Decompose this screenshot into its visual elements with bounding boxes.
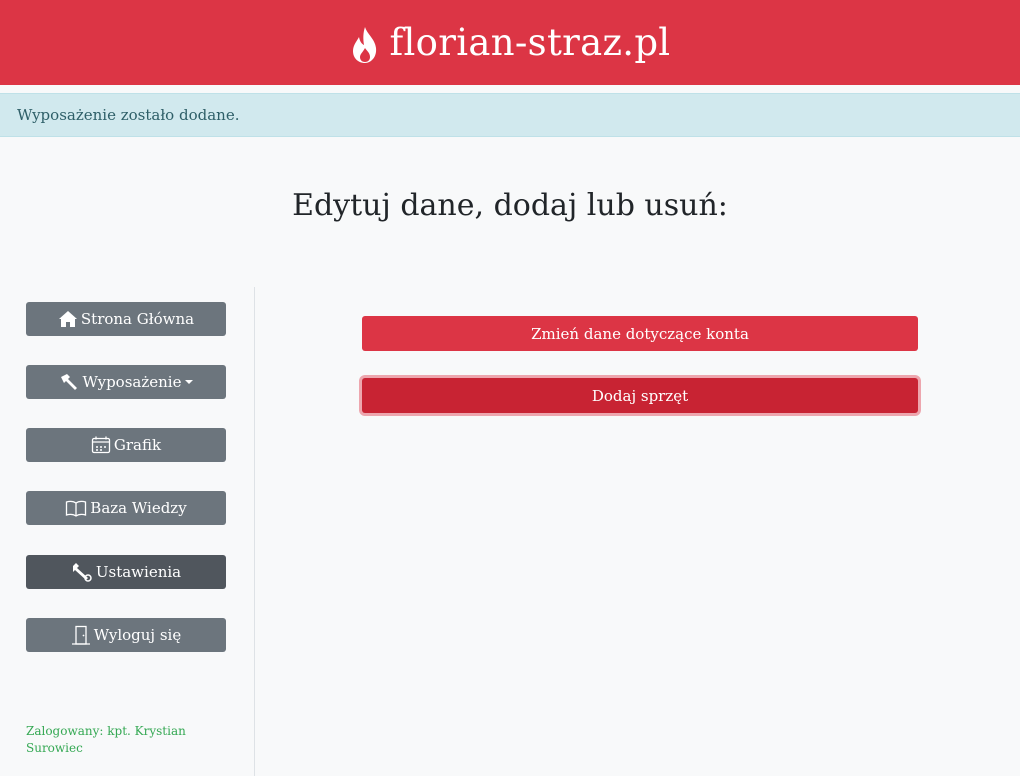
door-icon [71,625,90,645]
flash-message: Wyposażenie zostało dodane. [0,93,1020,137]
sidebar-item-label: Wyposażenie [82,373,182,391]
wrench-icon [72,563,92,582]
sidebar-item-label: Grafik [113,436,162,454]
calendar-icon [91,436,111,454]
sidebar-item-home[interactable]: Strona Główna [26,302,226,336]
button-label: Zmień dane dotyczące konta [531,324,749,343]
sidebar-item-label: Ustawienia [95,563,182,581]
change-account-button[interactable]: Zmień dane dotyczące konta [362,316,918,351]
sidebar-item-schedule[interactable]: Grafik [26,428,226,462]
caret-down-icon [185,380,194,384]
sidebar-item-knowledge-base[interactable]: Baza Wiedzy [26,491,226,525]
top-header: florian-straz.pl [0,0,1020,85]
sidebar-item-label: Wyloguj się [93,626,182,644]
sidebar-item-label: Strona Główna [80,310,195,328]
sidebar-item-equipment[interactable]: Wyposażenie [26,365,226,399]
brand[interactable]: florian-straz.pl [350,21,671,64]
add-equipment-button[interactable]: Dodaj sprzęt [362,378,918,413]
sidebar-divider [254,287,255,776]
sidebar-item-label: Baza Wiedzy [90,499,187,517]
flash-text: Wyposażenie zostało dodane. [17,106,240,124]
hammer-icon [60,374,77,390]
brand-name: florian-straz.pl [389,21,671,64]
house-icon [58,311,77,327]
book-icon [66,500,87,517]
fire-icon [352,26,376,63]
logged-in-user: Zalogowany: kpt. Krystian Surowiec [26,724,186,755]
button-label: Dodaj sprzęt [591,386,689,405]
sidebar-item-settings[interactable]: Ustawienia [26,555,226,589]
page-title: Edytuj dane, dodaj lub usuń: [292,188,728,223]
sidebar-item-logout[interactable]: Wyloguj się [26,618,226,652]
